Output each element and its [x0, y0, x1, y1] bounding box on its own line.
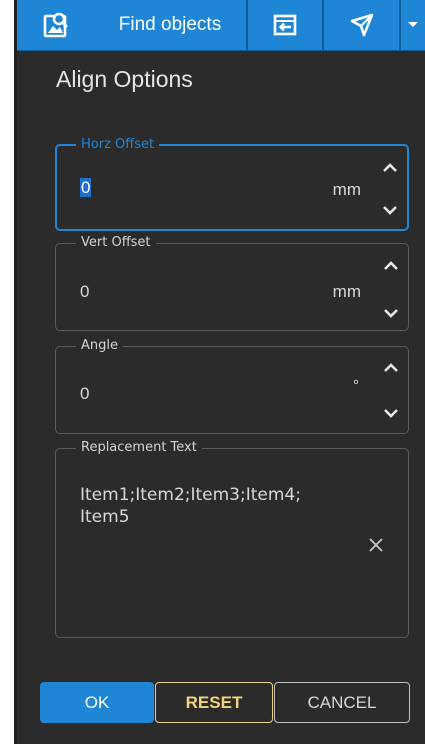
horz-offset-unit: mm — [332, 180, 361, 199]
vert-offset-label: Vert Offset — [76, 235, 156, 251]
chevron-down-icon — [383, 206, 397, 215]
vert-offset-field[interactable]: Vert Offset 0 mm — [55, 235, 409, 331]
find-objects-icon-button[interactable] — [17, 0, 95, 50]
chevron-down-icon — [384, 309, 398, 318]
replacement-text-field[interactable]: Replacement Text Item1;Item2;Item3;Item4… — [55, 440, 409, 638]
ok-button[interactable]: OK — [40, 682, 154, 723]
vert-offset-unit: mm — [332, 282, 361, 301]
cancel-button[interactable]: CANCEL — [274, 682, 410, 723]
send-button[interactable] — [324, 0, 399, 50]
chevron-up-icon — [384, 363, 398, 372]
toolbar: Find objects — [17, 0, 425, 51]
replacement-text-value[interactable]: Item1;Item2;Item3;Item4; Item5 — [80, 484, 360, 528]
angle-value[interactable]: 0 — [80, 384, 89, 404]
vert-offset-increment-button[interactable] — [380, 255, 402, 277]
angle-decrement-button[interactable] — [380, 402, 402, 424]
horz-offset-increment-button[interactable] — [379, 157, 401, 179]
replacement-text-label: Replacement Text — [76, 440, 202, 456]
close-icon — [369, 538, 383, 552]
horz-offset-value[interactable]: 0 — [80, 178, 92, 198]
find-objects-button[interactable]: Find objects — [95, 0, 245, 50]
clear-text-button[interactable] — [366, 535, 386, 555]
chevron-up-icon — [383, 163, 397, 172]
find-objects-label: Find objects — [118, 14, 222, 35]
dialog-title: Align Options — [56, 66, 193, 92]
import-button[interactable] — [248, 0, 322, 50]
send-icon — [350, 13, 373, 37]
vert-offset-value[interactable]: 0 — [80, 282, 89, 302]
angle-increment-button[interactable] — [380, 357, 402, 379]
chevron-up-icon — [384, 261, 398, 270]
chevron-down-icon — [384, 409, 398, 418]
import-icon — [273, 14, 297, 36]
angle-label: Angle — [76, 338, 123, 354]
angle-unit: ° — [353, 377, 359, 394]
angle-field[interactable]: Angle 0 ° — [55, 338, 409, 434]
vert-offset-decrement-button[interactable] — [380, 302, 402, 324]
toolbar-dropdown-button[interactable] — [401, 0, 425, 50]
horz-offset-field[interactable]: Horz Offset 0 mm — [55, 137, 409, 231]
left-margin — [0, 0, 17, 744]
horz-offset-label: Horz Offset — [76, 137, 160, 153]
dropdown-icon — [408, 22, 418, 27]
horz-offset-decrement-button[interactable] — [379, 199, 401, 221]
reset-button[interactable]: RESET — [155, 682, 273, 723]
find-objects-icon — [43, 12, 68, 38]
horz-offset-selected-text: 0 — [80, 178, 92, 197]
